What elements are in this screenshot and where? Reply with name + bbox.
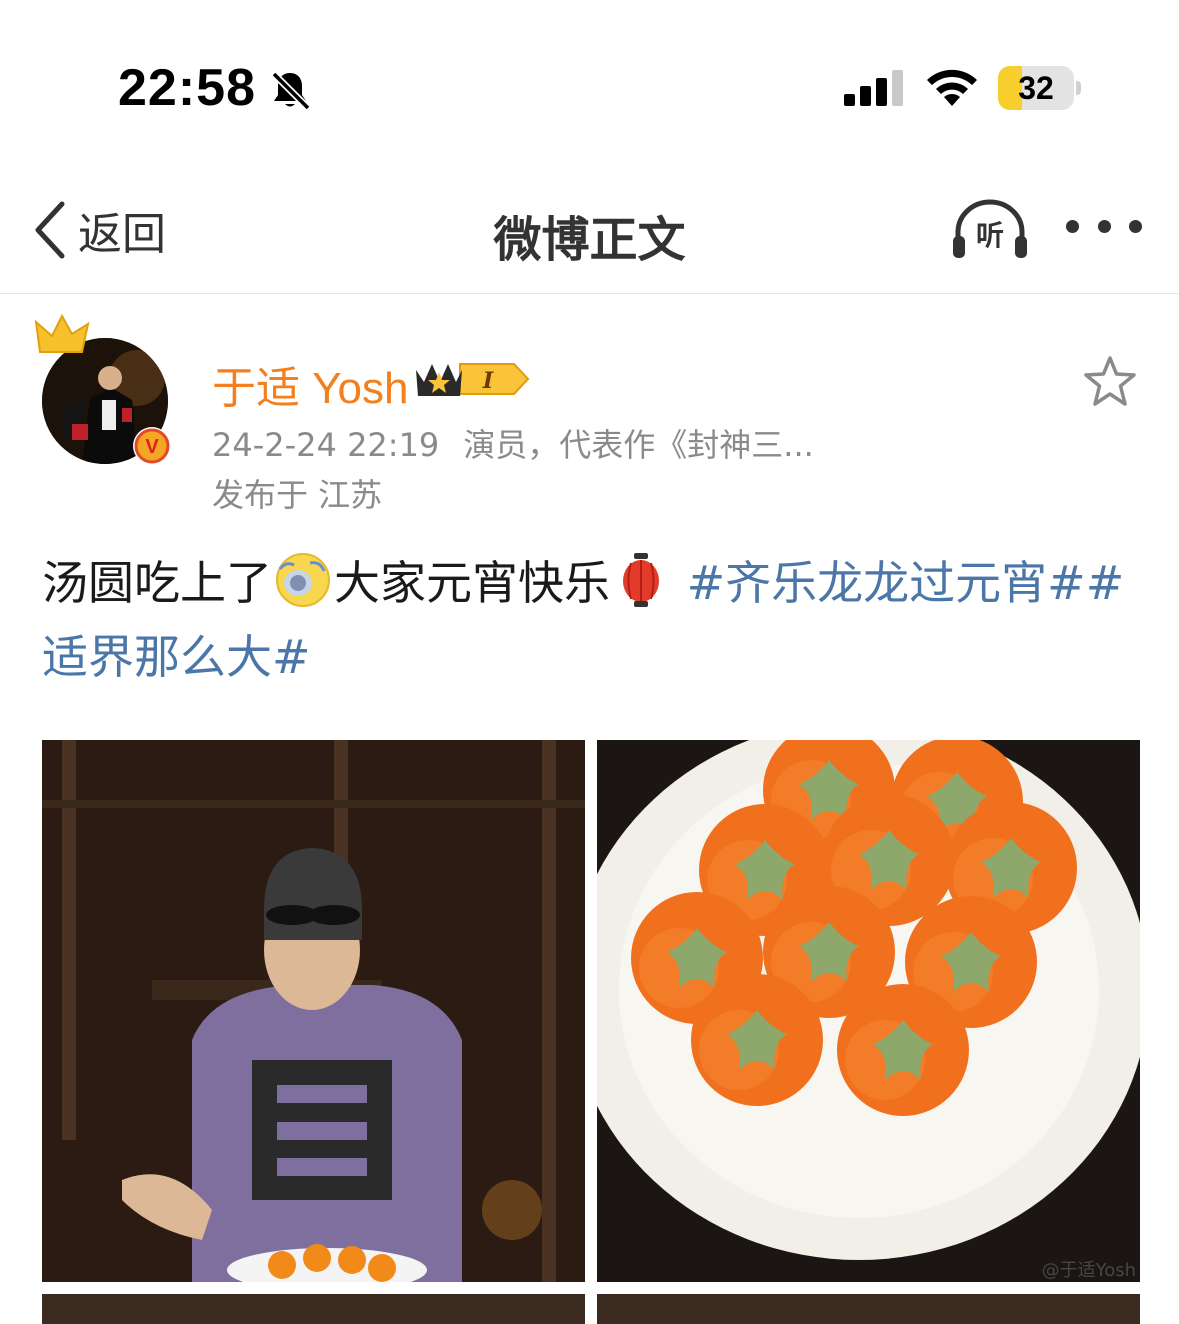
status-bar: 22:58 32 xyxy=(0,0,1179,170)
post-location: 发布于 江苏 xyxy=(212,476,383,514)
post-photo[interactable] xyxy=(42,740,585,1282)
nav-bar: 返回 微博正文 听 xyxy=(0,170,1179,294)
vip-level-label: I xyxy=(482,368,494,394)
post-time: 24-2-24 22:19 xyxy=(212,426,440,464)
listen-button[interactable]: 听 xyxy=(950,196,1030,260)
listen-label: 听 xyxy=(975,219,1004,252)
status-time: 22:58 xyxy=(118,59,256,117)
post-photo[interactable]: @于适Yosh xyxy=(597,740,1140,1282)
post-text: 汤圆吃上了 大家元宵快乐 #齐乐龙龙过元宵##适界那么大# xyxy=(42,546,1142,694)
back-label: 返回 xyxy=(78,209,166,260)
chevron-left-icon xyxy=(35,201,65,259)
cellular-signal-icon xyxy=(844,70,903,106)
battery-level-text: 32 xyxy=(1018,70,1054,106)
crown-icon xyxy=(34,313,90,353)
svg-text:V: V xyxy=(145,436,159,458)
more-dot-icon xyxy=(1097,219,1111,233)
post-meta: 24-2-24 22:19 演员，代表作《封神三... xyxy=(212,420,814,466)
battery-icon: 32 xyxy=(998,66,1082,110)
wifi-icon xyxy=(927,69,977,106)
red-lantern-emoji-icon xyxy=(623,553,659,607)
more-button[interactable] xyxy=(1066,210,1142,242)
post-text-part1: 汤圆吃上了 xyxy=(42,556,272,610)
post-source: 演员，代表作《封神三... xyxy=(463,426,814,464)
back-button[interactable]: 返回 xyxy=(30,194,166,266)
bell-slash-icon xyxy=(271,71,311,111)
post-text-part2: 大家元宵快乐 xyxy=(334,556,610,610)
post-photo[interactable] xyxy=(42,1294,585,1324)
more-dot-icon xyxy=(1129,219,1142,233)
avatar-wrap[interactable]: V xyxy=(34,312,184,472)
verified-badge-icon: V xyxy=(133,427,171,465)
photo-person-with-tangyuan xyxy=(42,740,585,1282)
star-icon[interactable] xyxy=(1082,354,1138,410)
photo-persimmon-tangyuan xyxy=(597,740,1140,1282)
laughing-tears-emoji-icon xyxy=(276,553,330,607)
post-photo[interactable] xyxy=(597,1294,1140,1324)
author-name[interactable]: 于适 Yosh xyxy=(212,352,408,416)
vip-member-badge-icon[interactable]: I xyxy=(414,356,532,402)
more-dot-icon xyxy=(1066,219,1079,233)
hashtag-link[interactable]: #齐乐龙龙过元宵# xyxy=(687,556,1086,610)
photo-watermark: @于适Yosh xyxy=(1041,1260,1136,1281)
